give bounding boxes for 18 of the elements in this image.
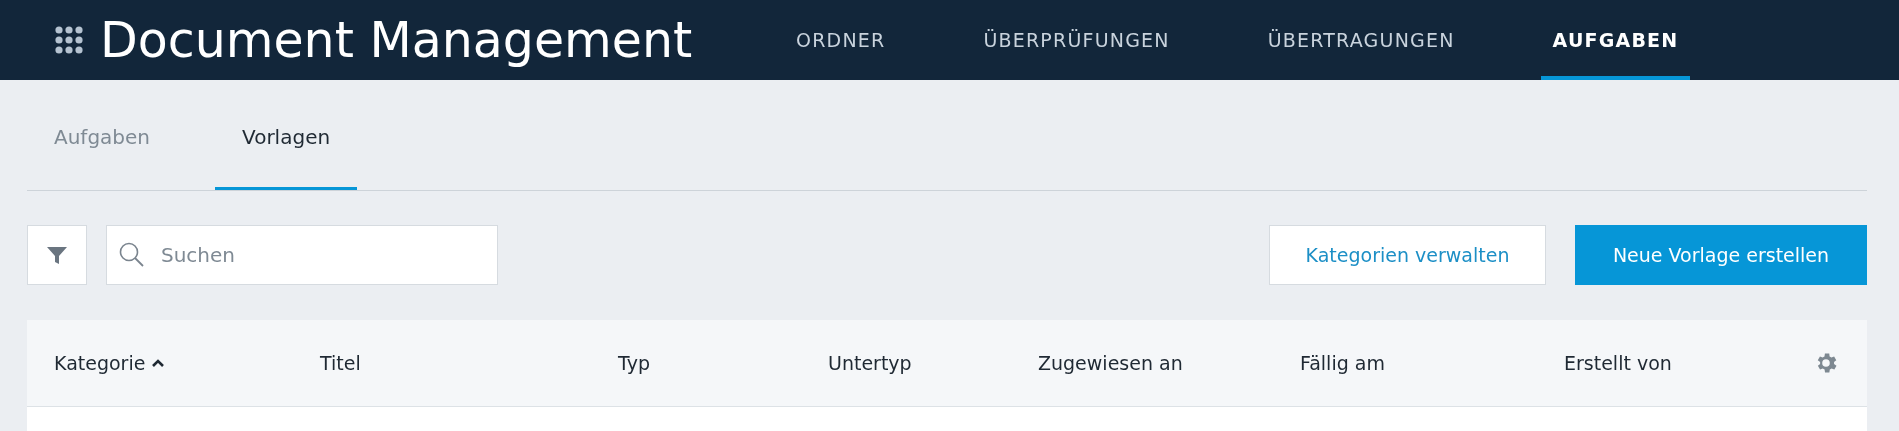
- column-header[interactable]: Kategorie: [54, 352, 146, 374]
- nav-tab[interactable]: ÜBERTRAGUNGEN: [1255, 0, 1467, 80]
- column-header[interactable]: Fällig am: [1300, 352, 1385, 374]
- column-header[interactable]: Titel: [320, 352, 361, 374]
- column-header[interactable]: Untertyp: [828, 352, 912, 374]
- nav-tab[interactable]: AUFGABEN: [1540, 0, 1691, 80]
- nav-tab[interactable]: ÜBERPRÜFUNGEN: [971, 0, 1182, 80]
- column-header[interactable]: Zugewiesen an: [1038, 352, 1183, 374]
- app-title: Document Management: [100, 11, 693, 69]
- manage-categories-button[interactable]: Kategorien verwalten: [1269, 225, 1546, 285]
- search-field[interactable]: Suchen: [106, 225, 498, 285]
- nav-tab[interactable]: ORDNER: [784, 0, 898, 80]
- column-header[interactable]: Erstellt von: [1564, 352, 1672, 374]
- column-header[interactable]: Typ: [618, 352, 650, 374]
- sub-tab[interactable]: Vorlagen: [215, 80, 358, 190]
- filter-button[interactable]: [27, 225, 87, 285]
- app-grid-icon[interactable]: [54, 25, 84, 55]
- filter-icon: [46, 244, 68, 266]
